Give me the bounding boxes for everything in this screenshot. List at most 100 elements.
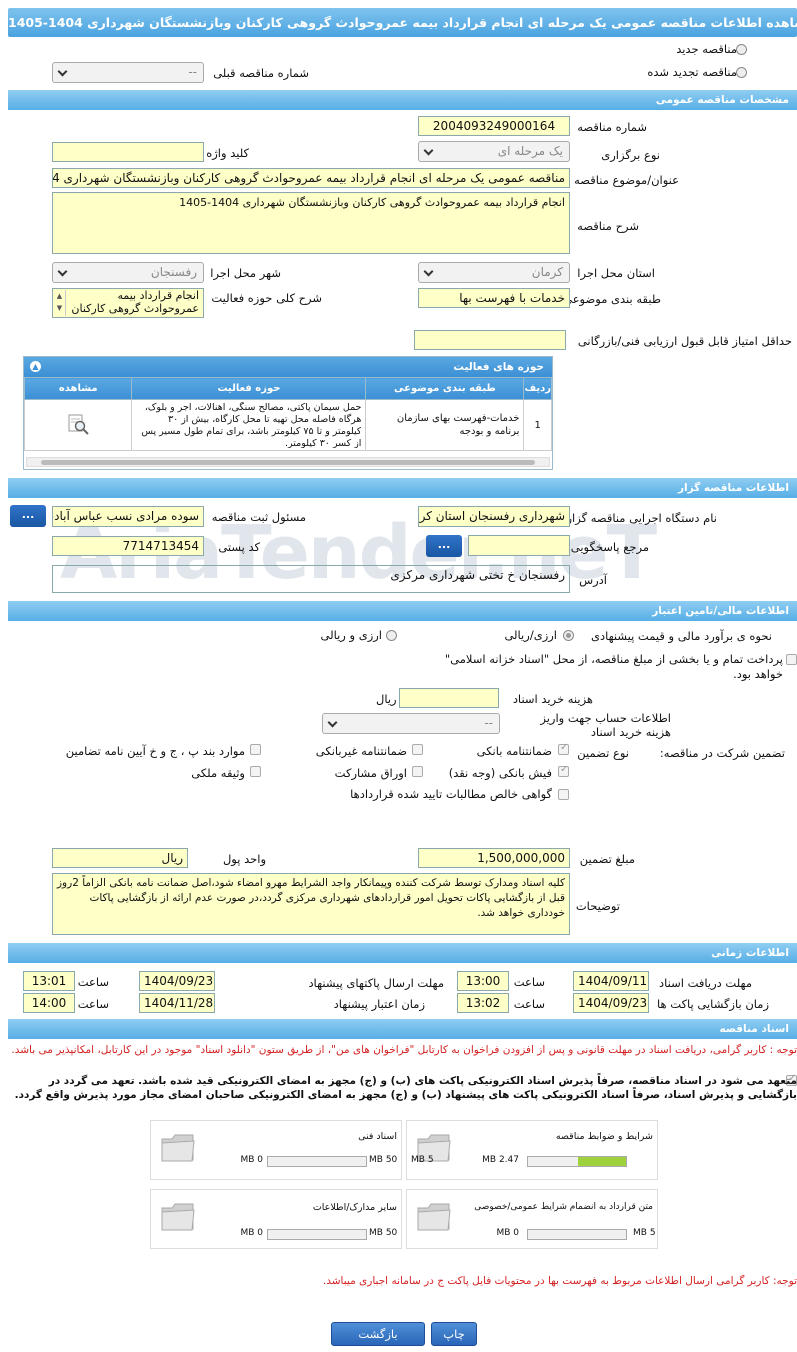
officer-field: سوده مرادی نسب عباس آبادی [52,506,204,527]
renewed-tender-radio[interactable] [736,67,747,78]
city-select[interactable]: رفسنجان [52,262,204,283]
guarantee-amount-label: مبلغ تضمین [579,852,635,866]
treasury-checkbox[interactable] [786,654,797,665]
file-box-contract[interactable]: متن قرارداد به انضمام شرایط عمومی/خصوصی … [406,1189,658,1249]
prev-tender-label: شماره مناقصه قبلی [213,66,309,80]
guarantee-bank-checkbox[interactable] [558,742,569,755]
notes-label: توضیحات [575,899,620,913]
chevron-down-icon [423,145,434,156]
file-usage-bar [527,1229,627,1240]
valid-label: زمان اعتبار پیشنهاد [333,997,425,1011]
row-field: حمل سیمان پاکتی، مصالح سنگی، آهنآلات، آج… [131,399,367,451]
file-name: اسناد فنی [358,1131,397,1142]
file-box-other[interactable]: سایر مدارک/اطلاعات 50 MB 0 MB [150,1189,402,1249]
col-row-header: ردیف [523,377,552,400]
scroll-thumb[interactable] [41,460,535,465]
file-usage-bar [267,1156,367,1167]
scope-label: شرح کلی حوزه فعالیت [211,291,322,305]
section-general: مشخصات مناقصه عمومی [8,90,797,110]
tender-type-value: یک مرحله ای [497,144,563,158]
officer-label: مسئول ثبت مناقصه [211,510,306,524]
file-max: 5 MB [411,1155,434,1165]
guarantee-claims-checkbox[interactable] [558,789,569,800]
guarantee-type-label: نوع تضمین [577,746,629,760]
valid-date-field: 1404/11/28 [139,993,215,1013]
open-time-field: 13:02 [457,993,509,1013]
file-max: 5 MB [633,1228,656,1238]
min-score-field [414,330,566,350]
prev-tender-select[interactable]: -- [52,62,204,83]
commit-text: متعهد می شود در اسناد مناقصه، صرفاً پذیر… [14,1075,797,1101]
scope-field: انجام قرارداد بیمه عمروحوادث گروهی کارکن… [52,288,204,318]
reference-label: مرجع پاسخگویی [570,540,649,554]
activity-table: ردیف طبقه بندی موضوعی حوزه فعالیت مشاهده… [23,377,552,451]
col-view-header: مشاهده [23,377,133,400]
keyword-label: کلید واژه [206,146,249,160]
estimate-option-2-radio[interactable] [386,630,397,641]
province-value: کرمان [531,265,563,279]
new-tender-label: مناقصه جدید [676,42,737,56]
category-field: خدمات با فهرست بها [418,288,570,308]
officer-more-button[interactable]: ... [10,505,46,527]
province-select[interactable]: کرمان [418,262,570,283]
receive-label: مهلت دریافت اسناد [659,976,752,990]
send-label: مهلت ارسال پاکتهای پیشنهاد [308,976,444,990]
guarantee-amount-field: 1,500,000,000 [418,848,570,868]
file-usage-fill [577,1157,626,1166]
account-select[interactable]: -- [322,713,500,734]
file-used: 0 MB [240,1228,263,1238]
open-time-label: ساعت [513,997,545,1011]
file-max: 50 MB [369,1155,398,1165]
file-max: 50 MB [369,1228,398,1238]
receive-time-field: 13:00 [457,971,509,991]
horizontal-scrollbar[interactable] [26,457,550,467]
section-documents: اسناد مناقصه [8,1019,797,1039]
open-date-field: 1404/09/23 [573,993,649,1013]
file-box-conditions[interactable]: شرایط و ضوابط مناقصه 5 MB 2.47 MB [406,1120,658,1180]
tender-number-field: 2004093249000164 [418,116,570,136]
activity-panel: حوزه های فعالیت ▲ ردیف طبقه بندی موضوعی … [23,356,553,470]
postal-label: کد پستی [218,540,260,554]
back-button[interactable]: بازگشت [331,1322,425,1346]
send-time-field: 13:01 [23,971,75,991]
section-organizer: اطلاعات مناقصه گزار [8,478,797,498]
category-label: طبقه بندی موضوعی [563,292,661,306]
subject-field: مناقصه عمومی یک مرحله ای انجام قرارداد ب… [52,168,570,188]
scope-scrollbar[interactable]: ▲ ▼ [54,290,66,316]
col-category-header: طبقه بندی موضوعی [365,377,525,400]
valid-time-field: 14:00 [23,993,75,1013]
row-field-text: حمل سیمان پاکتی، مصالح سنگی، آهنآلات، آج… [141,402,362,448]
tender-type-select[interactable]: یک مرحله ای [418,141,570,162]
keyword-field [52,142,204,162]
estimate-option-1-radio[interactable] [563,630,574,641]
guarantee-property-checkbox[interactable] [250,766,261,777]
tender-type-label: نوع برگزاری [601,148,660,162]
receive-time-label: ساعت [513,975,545,989]
treasury-text: پرداخت تمام و یا بخشی از مبلغ مناقصه، از… [444,652,783,681]
guarantee-cash-label: فیش بانکی (وجه نقد) [448,766,552,780]
guarantee-bonds-checkbox[interactable] [412,766,423,777]
activity-title: حوزه های فعالیت [453,361,544,373]
reference-more-button[interactable]: ... [426,535,462,557]
city-label: شهر محل اجرا [210,266,281,280]
guarantee-bylaw-checkbox[interactable] [250,744,261,755]
new-tender-radio[interactable] [736,44,747,55]
print-button[interactable]: چاپ [431,1322,477,1346]
chevron-down-icon [423,266,434,277]
magnifier-doc-icon[interactable] [66,412,90,436]
guarantee-bank-label: ضمانتنامه بانکی [476,744,552,758]
folder-icon [161,1203,195,1231]
address-label: آدرس [579,573,607,587]
folder-icon [417,1203,451,1231]
file-box-technical[interactable]: اسناد فنی 50 MB 0 MB [150,1120,402,1180]
file-used: 0 MB [240,1155,263,1165]
collapse-icon[interactable]: ▲ [30,361,41,372]
device-label: نام دستگاه اجرایی مناقصه گزار [566,511,717,525]
reference-field [468,535,570,556]
guarantee-cash-checkbox[interactable] [558,764,569,777]
min-score-label: حداقل امتیاز قابل قبول ارزیابی فنی/بازرگ… [577,334,792,348]
guarantee-nonbank-checkbox[interactable] [412,744,423,755]
file-name: سایر مدارک/اطلاعات [312,1202,397,1213]
row-view-cell[interactable] [23,399,133,451]
account-value: -- [484,716,493,730]
